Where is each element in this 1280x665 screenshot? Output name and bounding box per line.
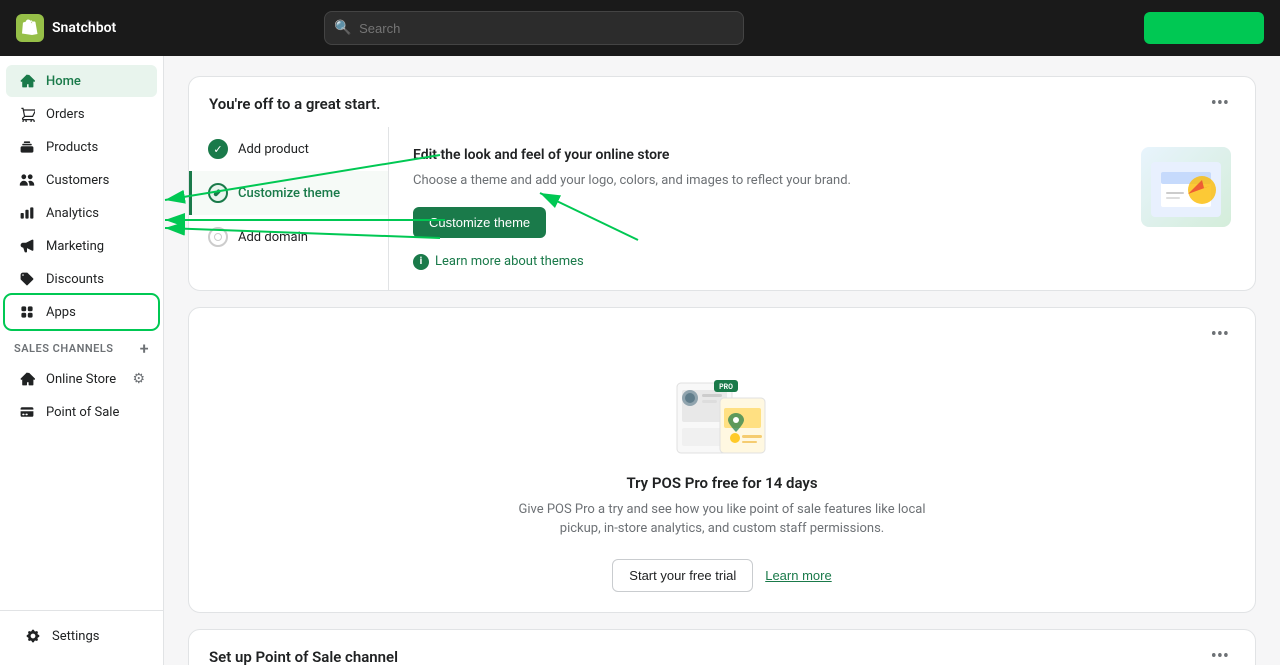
sales-channels-header: SALES CHANNELS + bbox=[0, 329, 163, 362]
setup-card-header: You're off to a great start. ••• bbox=[189, 77, 1255, 127]
setup-step-text: Edit the look and feel of your online st… bbox=[413, 147, 1121, 270]
setup-step-heading: Edit the look and feel of your online st… bbox=[413, 147, 1121, 163]
setup-step-customize-theme-label: Customize theme bbox=[238, 186, 340, 201]
setup-steps-sidebar: ✓ Add product Customize theme Add doma bbox=[189, 127, 389, 290]
step-check-add-product: ✓ bbox=[208, 139, 228, 159]
sidebar-bottom: Settings bbox=[0, 610, 163, 665]
store-preview-illustration bbox=[1141, 147, 1231, 227]
marketing-icon bbox=[18, 237, 36, 255]
sidebar-item-customers-label: Customers bbox=[46, 173, 109, 188]
point-of-sale-icon bbox=[18, 403, 36, 421]
settings-icon bbox=[24, 627, 42, 645]
analytics-icon bbox=[18, 204, 36, 222]
home-icon bbox=[18, 72, 36, 90]
setup-step-content: Edit the look and feel of your online st… bbox=[389, 127, 1255, 290]
topbar-action-button[interactable] bbox=[1144, 12, 1264, 44]
topbar: Snatchbot 🔍 bbox=[0, 0, 1280, 56]
setup-step-customize-theme[interactable]: Customize theme bbox=[189, 171, 388, 215]
setup-step-add-domain-label: Add domain bbox=[238, 230, 308, 245]
sidebar-item-apps[interactable]: Apps bbox=[6, 296, 157, 328]
search-bar: 🔍 bbox=[324, 11, 744, 45]
pos-pro-illustration: PRO bbox=[672, 378, 772, 458]
sidebar-item-point-of-sale[interactable]: Point of Sale bbox=[6, 396, 157, 428]
main-content: You're off to a great start. ••• ✓ Add p… bbox=[164, 56, 1280, 665]
step-check-add-domain bbox=[208, 227, 228, 247]
add-sales-channel-icon[interactable]: + bbox=[140, 339, 149, 358]
sidebar-item-analytics[interactable]: Analytics bbox=[6, 197, 157, 229]
sidebar-item-customers[interactable]: Customers bbox=[6, 164, 157, 196]
pos-setup-card-menu-button[interactable]: ••• bbox=[1205, 646, 1235, 665]
sidebar-item-orders-label: Orders bbox=[46, 107, 85, 122]
setup-step-add-domain[interactable]: Add domain bbox=[189, 215, 388, 259]
sidebar-item-home-label: Home bbox=[46, 74, 81, 89]
setup-card-menu-button[interactable]: ••• bbox=[1205, 93, 1235, 115]
sidebar: Home Orders Products Customers bbox=[0, 56, 164, 665]
learn-more-themes-link[interactable]: i Learn more about themes bbox=[413, 254, 1121, 270]
sidebar-item-orders[interactable]: Orders bbox=[6, 98, 157, 130]
customize-theme-button[interactable]: Customize theme bbox=[413, 207, 546, 238]
search-input[interactable] bbox=[324, 11, 744, 45]
pos-pro-card: ••• PRO bbox=[188, 307, 1256, 613]
pos-setup-card-header: Set up Point of Sale channel ••• bbox=[189, 630, 1255, 665]
pos-pro-card-body: PRO Try POS Pro free for 14 days Give PO… bbox=[189, 358, 1255, 612]
sidebar-item-pos-label: Point of Sale bbox=[46, 405, 119, 420]
pos-pro-description: Give POS Pro a try and see how you like … bbox=[512, 500, 932, 539]
sales-channels-label: SALES CHANNELS bbox=[14, 342, 114, 355]
sidebar-item-settings[interactable]: Settings bbox=[12, 620, 151, 652]
pos-pro-card-header: ••• bbox=[189, 308, 1255, 358]
brand: Snatchbot bbox=[16, 14, 116, 42]
sidebar-nav: Home Orders Products Customers bbox=[0, 56, 163, 610]
pos-setup-card-title: Set up Point of Sale channel bbox=[209, 648, 398, 665]
orders-icon bbox=[18, 105, 36, 123]
online-store-icon bbox=[18, 370, 36, 388]
products-icon bbox=[18, 138, 36, 156]
setup-card: You're off to a great start. ••• ✓ Add p… bbox=[188, 76, 1256, 291]
svg-text:PRO: PRO bbox=[719, 383, 733, 391]
setup-step-add-product-label: Add product bbox=[238, 142, 309, 157]
sidebar-item-products[interactable]: Products bbox=[6, 131, 157, 163]
pos-pro-card-menu-button[interactable]: ••• bbox=[1205, 324, 1235, 346]
info-icon: i bbox=[413, 254, 429, 270]
pos-pro-actions: Start your free trial Learn more bbox=[209, 559, 1235, 592]
sidebar-item-settings-label: Settings bbox=[52, 629, 99, 644]
discounts-icon bbox=[18, 270, 36, 288]
sidebar-item-marketing-label: Marketing bbox=[46, 239, 104, 254]
pos-setup-card: Set up Point of Sale channel ••• Start s… bbox=[188, 629, 1256, 665]
sidebar-item-discounts[interactable]: Discounts bbox=[6, 263, 157, 295]
learn-more-themes-label: Learn more about themes bbox=[435, 254, 584, 269]
topbar-actions bbox=[1144, 12, 1264, 44]
sidebar-item-marketing[interactable]: Marketing bbox=[6, 230, 157, 262]
sidebar-item-analytics-label: Analytics bbox=[46, 206, 99, 221]
sidebar-item-online-store-label: Online Store bbox=[46, 372, 116, 387]
setup-steps: ✓ Add product Customize theme Add doma bbox=[189, 127, 1255, 290]
brand-name: Snatchbot bbox=[52, 20, 116, 36]
sidebar-item-discounts-label: Discounts bbox=[46, 272, 104, 287]
start-trial-button[interactable]: Start your free trial bbox=[612, 559, 753, 592]
customers-icon bbox=[18, 171, 36, 189]
setup-step-add-product[interactable]: ✓ Add product bbox=[189, 127, 388, 171]
step-check-customize-theme bbox=[208, 183, 228, 203]
sidebar-item-products-label: Products bbox=[46, 140, 98, 155]
search-icon: 🔍 bbox=[334, 20, 351, 36]
setup-card-title: You're off to a great start. bbox=[209, 95, 380, 113]
setup-step-description: Choose a theme and add your logo, colors… bbox=[413, 171, 1121, 191]
sidebar-item-home[interactable]: Home bbox=[6, 65, 157, 97]
sidebar-item-apps-label: Apps bbox=[46, 305, 76, 320]
pos-learn-more-button[interactable]: Learn more bbox=[765, 568, 831, 583]
pos-pro-title: Try POS Pro free for 14 days bbox=[209, 474, 1235, 492]
apps-icon bbox=[18, 303, 36, 321]
sidebar-item-online-store[interactable]: Online Store ⚙ bbox=[6, 363, 157, 395]
online-store-settings-icon[interactable]: ⚙ bbox=[132, 371, 145, 387]
shopify-logo-icon bbox=[16, 14, 44, 42]
